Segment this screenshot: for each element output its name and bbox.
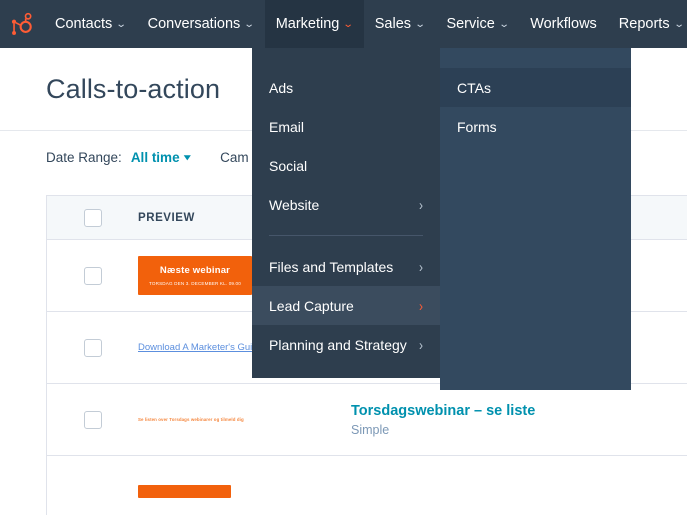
date-range-value: All time [130, 149, 180, 165]
table-row[interactable] [47, 456, 687, 515]
nav-item-label: Conversations [147, 16, 241, 32]
row-preview-cell: Se listen over Torsdags webinarer og til… [138, 417, 351, 422]
chevron-right-icon: › [419, 195, 423, 214]
hubspot-logo[interactable] [0, 0, 44, 48]
nav-item-service[interactable]: Service ⌄ [435, 0, 519, 48]
page-title: Calls-to-action [46, 73, 221, 104]
cta-preview-subtitle: TORSDAG DEN 3. DECEMBER KL. 09.00 [149, 281, 241, 287]
select-all-checkbox[interactable] [83, 208, 102, 227]
row-select-cell [47, 338, 138, 357]
select-all-cell [47, 208, 138, 227]
nav-item-marketing[interactable]: Marketing ⌄ [264, 0, 364, 48]
cta-preview-text: Se listen over Torsdags webinarer og til… [138, 417, 244, 422]
row-preview-cell [138, 485, 351, 498]
nav-item-label: Sales [374, 16, 412, 32]
chevron-right-icon: › [419, 335, 423, 354]
dropdown-item-label: Social [269, 157, 308, 174]
dropdown-item-ads[interactable]: Ads [252, 68, 440, 107]
campaign-label: Cam [220, 149, 249, 165]
nav-item-conversations[interactable]: Conversations ⌄ [137, 0, 265, 48]
date-range-label: Date Range: [46, 149, 122, 165]
row-subtitle: Simple [351, 422, 390, 437]
date-range-dropdown[interactable]: All time ▾ [130, 149, 191, 165]
chevron-down-icon: ⌄ [115, 19, 128, 30]
dropdown-item-social[interactable]: Social [252, 146, 440, 185]
row-name[interactable]: Torsdagswebinar – se liste [351, 402, 687, 421]
submenu-item-label: CTAs [457, 79, 491, 96]
chevron-down-icon: ⌄ [342, 19, 355, 30]
table-row[interactable]: Se listen over Torsdags webinarer og til… [47, 384, 687, 456]
nav-item-list: Contacts ⌄ Conversations ⌄ Marketing ⌄ S… [44, 0, 687, 48]
row-checkbox[interactable] [83, 410, 102, 429]
dropdown-item-label: Lead Capture [269, 297, 354, 314]
cta-preview-button: Næste webinar TORSDAG DEN 3. DECEMBER KL… [138, 255, 252, 296]
nav-item-label: Contacts [55, 16, 113, 32]
submenu-item-ctas[interactable]: CTAs [440, 68, 631, 107]
dropdown-item-email[interactable]: Email [252, 107, 440, 146]
chevron-down-icon: ⌄ [673, 19, 685, 30]
submenu-item-label: Forms [457, 118, 497, 135]
nav-item-label: Reports [618, 16, 670, 32]
row-checkbox[interactable] [83, 338, 102, 357]
nav-item-label: Workflows [530, 16, 597, 32]
lead-capture-submenu: CTAs Forms [440, 48, 631, 390]
top-navigation-bar: Contacts ⌄ Conversations ⌄ Marketing ⌄ S… [0, 0, 687, 48]
chevron-down-icon: ⌄ [414, 19, 426, 30]
nav-item-contacts[interactable]: Contacts ⌄ [44, 0, 137, 48]
dropdown-item-label: Planning and Strategy [269, 336, 407, 353]
cta-preview-title: Næste webinar [159, 264, 231, 276]
dropdown-item-label: Website [269, 196, 320, 213]
nav-item-label: Marketing [275, 16, 340, 32]
nav-item-reports[interactable]: Reports ⌄ [608, 0, 687, 48]
row-select-cell [47, 410, 138, 429]
column-header-label: PREVIEW [138, 211, 195, 224]
cta-preview-button [138, 485, 231, 498]
dropdown-separator [269, 235, 423, 236]
row-select-cell [47, 266, 138, 285]
dropdown-item-label: Files and Templates [269, 258, 394, 275]
row-checkbox[interactable] [83, 266, 102, 285]
dropdown-item-label: Email [269, 118, 305, 135]
marketing-dropdown-menu: Ads Email Social Website › Files and Tem… [252, 48, 440, 378]
nav-item-label: Service [446, 16, 495, 32]
nav-item-workflows[interactable]: Workflows [519, 0, 608, 48]
hubspot-sprocket-icon [11, 12, 32, 35]
dropdown-item-lead-capture[interactable]: Lead Capture › [252, 286, 440, 325]
chevron-right-icon: › [419, 296, 423, 315]
nav-item-sales[interactable]: Sales ⌄ [364, 0, 436, 48]
dropdown-item-label: Ads [269, 79, 294, 96]
dropdown-item-planning-and-strategy[interactable]: Planning and Strategy › [252, 325, 440, 364]
dropdown-item-files-and-templates[interactable]: Files and Templates › [252, 247, 440, 286]
app-root: Contacts ⌄ Conversations ⌄ Marketing ⌄ S… [0, 0, 687, 515]
row-name-cell: Torsdagswebinar – se liste Simple [351, 402, 687, 437]
chevron-down-icon: ⌄ [498, 19, 510, 30]
chevron-down-icon: ⌄ [243, 19, 256, 30]
cta-preview-link: Download A Marketer's Gui [138, 342, 253, 353]
chevron-down-icon: ▾ [183, 151, 191, 162]
submenu-item-forms[interactable]: Forms [440, 107, 631, 146]
dropdown-item-website[interactable]: Website › [252, 185, 440, 224]
chevron-right-icon: › [419, 257, 423, 276]
